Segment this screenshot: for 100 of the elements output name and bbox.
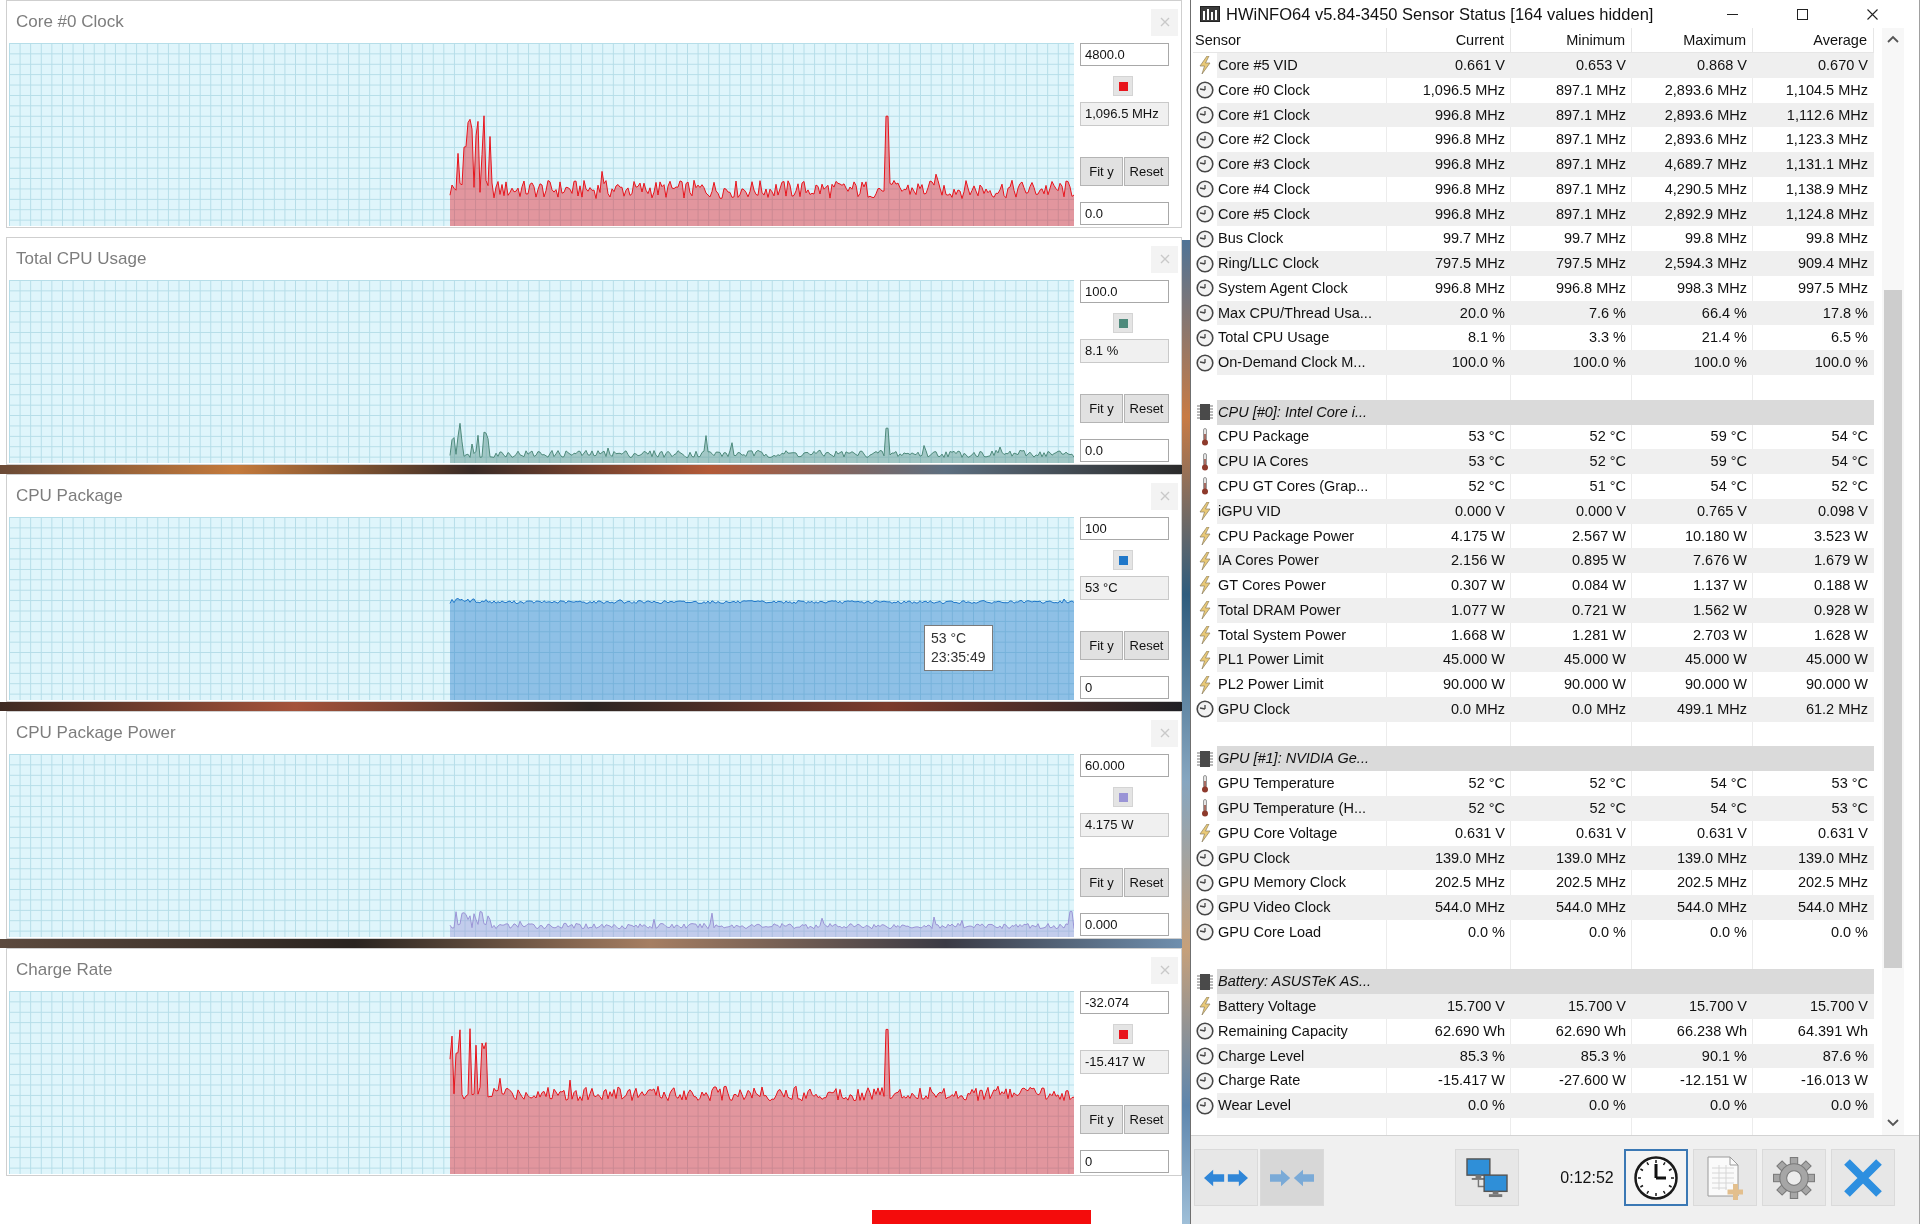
current-value-field: 1,096.5 MHz [1080, 102, 1169, 126]
fit-y-button[interactable]: Fit y [1080, 394, 1123, 423]
color-button[interactable] [1113, 550, 1133, 570]
table-cell-text: 4.175 W [1450, 526, 1506, 546]
fit-y-button[interactable]: Fit y [1080, 631, 1123, 660]
clock-icon [1196, 205, 1214, 223]
table-cell: 0.895 W [1511, 548, 1632, 574]
table-cell-text: 1.668 W [1450, 625, 1506, 645]
sensor-name: Total CPU Usage [1217, 328, 1331, 348]
column-header[interactable]: Current [1387, 28, 1511, 52]
table-cell: 2,892.9 MHz [1632, 201, 1753, 227]
color-button[interactable] [1113, 787, 1133, 807]
expand-button[interactable] [1194, 1149, 1258, 1206]
min-value-field[interactable]: 0.000 [1080, 913, 1169, 936]
color-button[interactable] [1113, 1024, 1133, 1044]
clock-icon [1196, 700, 1214, 719]
max-value-field[interactable]: 4800.0 [1080, 43, 1169, 66]
close-button[interactable] [1151, 245, 1178, 273]
report-button[interactable] [1693, 1149, 1757, 1206]
chip-icon [1197, 972, 1213, 991]
max-value-field[interactable]: 100.0 [1080, 280, 1169, 303]
reset-button[interactable]: Reset [1124, 157, 1169, 186]
scrollbar-thumb[interactable] [1884, 290, 1902, 968]
column-header[interactable]: Average [1753, 28, 1874, 52]
column-header[interactable]: Sensor [1193, 28, 1387, 52]
fit-y-button[interactable]: Fit y [1080, 1105, 1123, 1134]
sensor-name: Core #3 Clock [1217, 152, 1387, 177]
close-icon [1159, 728, 1170, 738]
table-cell-text: 1.137 W [1692, 576, 1748, 596]
lightning-bolt-icon [1199, 502, 1211, 521]
settings-button[interactable] [1762, 1149, 1826, 1206]
table-cell: 1,131.1 MHz [1753, 152, 1874, 177]
column-header[interactable]: Minimum [1511, 28, 1632, 52]
fit-y-button[interactable]: Fit y [1080, 157, 1123, 186]
min-value-field[interactable]: 0 [1080, 676, 1169, 699]
graph-title: Total CPU Usage [16, 249, 147, 269]
table-cell: 544.0 MHz [1753, 895, 1874, 920]
current-value-field: 4.175 W [1080, 813, 1169, 837]
reset-button[interactable]: Reset [1124, 394, 1169, 423]
thermometer-icon [1201, 452, 1209, 471]
sensor-name: PL2 Power Limit [1217, 675, 1325, 695]
app-icon [1200, 6, 1220, 22]
sensor-name: Core #5 VID [1217, 53, 1387, 78]
table-cell-text: 1,138.9 MHz [1784, 179, 1869, 199]
table-cell-text: 0.188 W [1813, 576, 1869, 596]
close-button[interactable] [1151, 956, 1178, 984]
table-cell-text: 997.5 MHz [1796, 278, 1869, 298]
network-button[interactable] [1455, 1149, 1519, 1206]
fit-y-button[interactable]: Fit y [1080, 868, 1123, 897]
sensor-name: Total System Power [1217, 625, 1348, 645]
reset-button[interactable]: Reset [1124, 868, 1169, 897]
table-cell: 52 °C [1511, 795, 1632, 821]
clock-icon [1196, 254, 1214, 273]
table-cell-text: 897.1 MHz [1554, 179, 1627, 199]
sensor-name: Remaining Capacity [1217, 1021, 1349, 1041]
table-cell: 53 °C [1387, 449, 1511, 475]
reset-timer-button[interactable] [1624, 1149, 1688, 1206]
color-button[interactable] [1113, 76, 1133, 96]
table-cell: 139.0 MHz [1753, 845, 1874, 871]
max-value-field[interactable]: 60.000 [1080, 754, 1169, 777]
table-cell-text: 2,893.6 MHz [1663, 80, 1748, 100]
max-value-field[interactable]: 100 [1080, 517, 1169, 540]
min-value-field[interactable]: 0.0 [1080, 439, 1169, 462]
sensor-name: Wear Level [1217, 1093, 1387, 1118]
table-cell: 996.8 MHz [1387, 152, 1511, 177]
table-cell-text: 202.5 MHz [1796, 873, 1869, 893]
chevron-down-icon[interactable] [1887, 1119, 1899, 1127]
close-button[interactable] [1151, 8, 1178, 36]
table-cell: 996.8 MHz [1387, 201, 1511, 227]
reset-button[interactable]: Reset [1124, 631, 1169, 660]
table-cell: 0.098 V [1753, 498, 1874, 524]
table-cell: 59 °C [1632, 449, 1753, 475]
minimize-icon [1726, 13, 1738, 15]
sensor-name: Core #5 Clock [1217, 201, 1387, 227]
color-button[interactable] [1113, 313, 1133, 333]
sensor-name: Core #2 Clock [1217, 130, 1311, 150]
sensor-name: iGPU VID [1217, 498, 1387, 524]
table-cell: 100.0 % [1387, 350, 1511, 375]
close-button[interactable] [1151, 482, 1178, 510]
close-button[interactable] [1831, 1149, 1895, 1206]
chevron-up-icon[interactable] [1887, 35, 1899, 43]
table-cell: 544.0 MHz [1387, 895, 1511, 920]
table-cell: 7.676 W [1632, 548, 1753, 574]
close-button[interactable] [1151, 719, 1178, 747]
reset-button[interactable]: Reset [1124, 1105, 1169, 1134]
window-title: HWiNFO64 v5.84-3450 Sensor Status [164 values hidden] [1226, 4, 1654, 24]
scrollbar[interactable] [1882, 28, 1904, 1135]
table-cell: 797.5 MHz [1387, 251, 1511, 276]
table-cell-text: 1.281 W [1571, 625, 1627, 645]
table-cell-text: 52 °C [1830, 477, 1869, 496]
min-value-field[interactable]: 0 [1080, 1150, 1169, 1173]
table-cell-text: 99.7 MHz [1562, 229, 1627, 249]
current-value-field: 53 °C [1080, 576, 1169, 600]
table-cell-text: -16.013 W [1800, 1071, 1869, 1091]
table-cell: 45.000 W [1511, 647, 1632, 673]
sensor-name: CPU Package Power [1217, 526, 1356, 546]
table-cell: 0.0 % [1511, 1093, 1632, 1118]
min-value-field[interactable]: 0.0 [1080, 202, 1169, 225]
column-header[interactable]: Maximum [1632, 28, 1753, 52]
max-value-field[interactable]: -32.074 [1080, 991, 1169, 1014]
